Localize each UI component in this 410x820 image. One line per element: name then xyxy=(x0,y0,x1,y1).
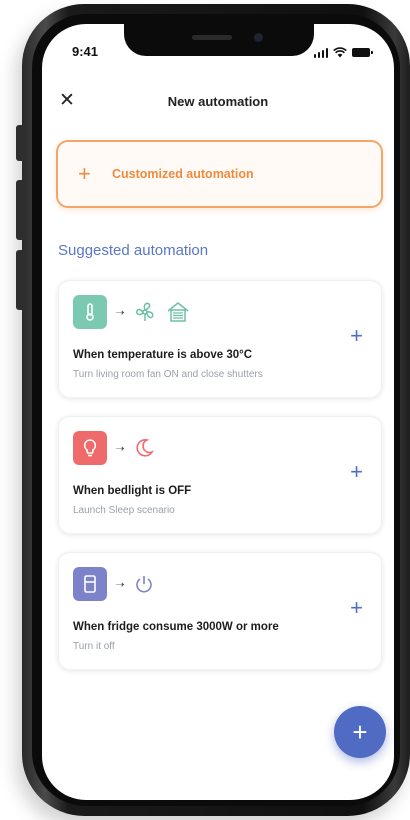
fan-icon xyxy=(136,302,154,321)
automation-card-fridge[interactable]: ➝ When fridge consume 3000W or more Turn… xyxy=(58,552,382,670)
automation-card-temperature[interactable]: ➝ When temperature is above 30°C Turn li… xyxy=(58,280,382,398)
arrow-right-icon: ➝ xyxy=(115,578,125,591)
card-title: When temperature is above 30°C xyxy=(73,349,253,361)
status-icons xyxy=(313,44,373,58)
speaker xyxy=(192,35,232,40)
card-subtitle: Launch Sleep scenario xyxy=(73,505,175,516)
house-shutter-icon xyxy=(167,302,189,322)
add-icon[interactable]: + xyxy=(350,461,363,483)
thermometer-icon xyxy=(73,295,107,329)
status-time: 9:41 xyxy=(72,44,99,59)
customized-automation-label: Customized automation xyxy=(112,167,254,181)
card-subtitle: Turn living room fan ON and close shutte… xyxy=(73,369,263,380)
card-icons-row: ➝ xyxy=(73,567,155,601)
card-icons-row: ➝ xyxy=(73,431,155,465)
notch xyxy=(124,24,314,56)
wifi-icon xyxy=(333,47,347,58)
camera-icon xyxy=(254,33,263,42)
card-subtitle: Turn it off xyxy=(73,641,115,652)
automation-card-bedlight[interactable]: ➝ When bedlight is OFF Launch Sleep scen… xyxy=(58,416,382,534)
add-icon[interactable]: + xyxy=(350,325,363,347)
arrow-right-icon: ➝ xyxy=(115,442,125,455)
signal-icon xyxy=(313,47,328,58)
phone-screen: 9:41 ✕ New automation + Customized autom… xyxy=(42,24,394,800)
plus-icon: + xyxy=(352,716,368,747)
add-icon[interactable]: + xyxy=(350,597,363,619)
card-title: When bedlight is OFF xyxy=(73,485,192,497)
section-title: Suggested automation xyxy=(58,242,209,259)
arrow-right-icon: ➝ xyxy=(115,306,125,319)
top-bar: ✕ New automation xyxy=(42,90,394,120)
fridge-icon xyxy=(73,567,107,601)
stage: 9:41 ✕ New automation + Customized autom… xyxy=(0,0,410,820)
moon-icon xyxy=(136,439,154,457)
mute-switch xyxy=(16,125,24,161)
customized-automation-button[interactable]: + Customized automation xyxy=(56,140,383,208)
volume-down-button xyxy=(16,250,24,310)
plus-icon: + xyxy=(78,161,91,186)
volume-up-button xyxy=(16,180,24,240)
card-icons-row: ➝ xyxy=(73,295,191,329)
power-icon xyxy=(136,576,152,593)
card-title: When fridge consume 3000W or more xyxy=(73,621,279,633)
add-automation-fab[interactable]: + xyxy=(334,706,386,758)
lightbulb-icon xyxy=(73,431,107,465)
battery-icon xyxy=(352,48,373,57)
page-title: New automation xyxy=(167,94,269,109)
